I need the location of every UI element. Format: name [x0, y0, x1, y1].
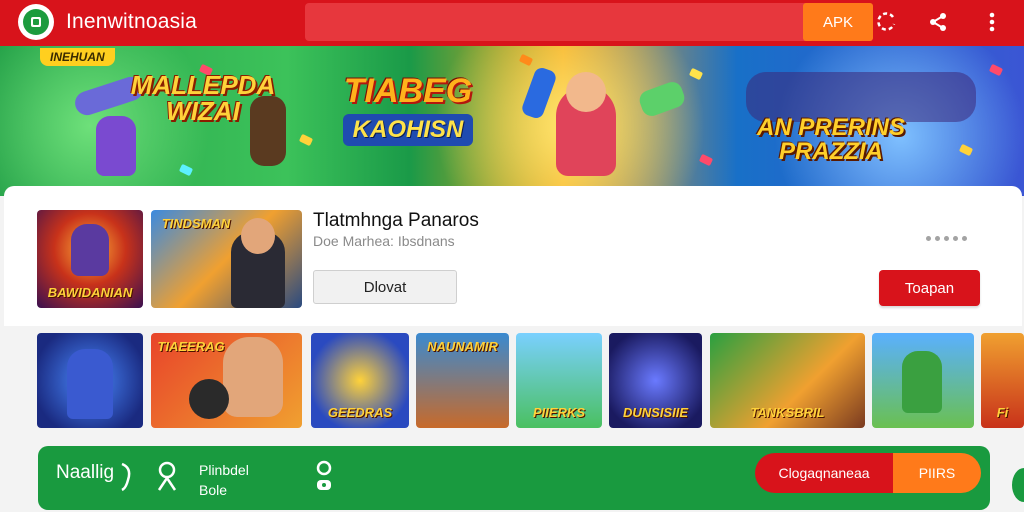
person-icon[interactable] [154, 460, 180, 494]
bottom-item-1-line1: Plinbdel [199, 462, 249, 478]
strip-game-9[interactable]: Fi [981, 333, 1024, 428]
top-bar: Inenwitnoasia APK [0, 0, 1024, 46]
strip-game-1[interactable] [37, 333, 143, 428]
app-logo-icon[interactable] [18, 4, 54, 40]
banner-title-center-line2: KAOHISN [342, 114, 474, 146]
banner-title-left: MALLEPDA WIZAI [130, 70, 276, 126]
secondary-button[interactable]: Dlovat [313, 270, 457, 304]
banner-corner-label: INEHUAN [40, 48, 115, 66]
edge-circle [1012, 468, 1024, 502]
bottom-item-1-line2: Bole [199, 482, 228, 498]
strip-game-2[interactable]: TIAEERAG [151, 333, 302, 428]
more-horiz-icon[interactable] [926, 236, 967, 241]
primary-button[interactable]: Toapan [879, 270, 980, 306]
strip-game-8[interactable] [872, 333, 974, 428]
game-screenshot[interactable]: TINDSMAN [151, 210, 302, 308]
screenshot-caption: TINDSMAN [161, 216, 231, 231]
strip-game-5[interactable]: PIIERKS [516, 333, 602, 428]
pill-right-button[interactable]: PIIRS [893, 453, 981, 493]
banner-title-right: AN PRERINS PRAZZIA [756, 114, 906, 165]
game-subtitle: Doe Marhea: Ibsdnans [313, 233, 455, 249]
strip-caption-2: TIAEERAG [157, 339, 225, 354]
action-pill: Clogaqnaneaa PIIRS [755, 453, 981, 493]
strip-game-3[interactable]: GEEDRAS [311, 333, 409, 428]
strip-game-6[interactable]: DUNSISIIE [609, 333, 702, 428]
app-root: Inenwitnoasia APK INEHUAN MALLEPDA WIZAI… [0, 0, 1024, 512]
refresh-icon[interactable] [873, 8, 901, 36]
bottom-item-1: Plinbdel Bole [199, 460, 249, 500]
music-icon[interactable] [118, 460, 144, 494]
game-thumbnail[interactable]: BAWIDANIAN [37, 210, 143, 308]
strip-caption-3: GEEDRAS [327, 405, 393, 420]
strip-game-4[interactable]: NAUNAMIR [416, 333, 509, 428]
strip-caption-4: NAUNAMIR [427, 339, 498, 354]
pill-left-button[interactable]: Clogaqnaneaa [755, 453, 893, 493]
thumbnail-caption: BAWIDANIAN [47, 285, 133, 300]
strip-caption-7: TANKSBRIL [750, 405, 825, 420]
apk-button[interactable]: APK [803, 3, 873, 41]
hero-banner[interactable]: INEHUAN MALLEPDA WIZAI TIABEG KAOHISN AN… [0, 46, 1024, 196]
gamepad-icon[interactable] [311, 460, 337, 494]
more-vert-icon[interactable] [978, 8, 1006, 36]
strip-game-7[interactable]: TANKSBRIL [710, 333, 865, 428]
banner-title-center: TIABEG KAOHISN [328, 74, 488, 146]
bottom-name: Naallig [56, 462, 115, 483]
app-title: Inenwitnoasia [66, 10, 198, 33]
strip-caption-5: PIIERKS [532, 405, 585, 420]
strip-caption-9: Fi [996, 405, 1009, 420]
game-title: Tlatmhnga Panaros [313, 210, 479, 231]
search-input[interactable] [305, 3, 873, 41]
banner-title-center-line1: TIABEG [343, 72, 473, 110]
strip-caption-6: DUNSISIIE [622, 405, 688, 420]
share-icon[interactable] [924, 8, 952, 36]
